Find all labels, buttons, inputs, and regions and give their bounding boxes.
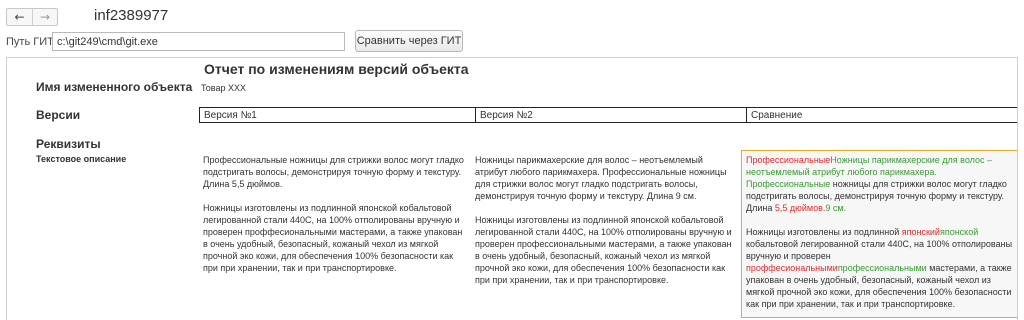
object-name-value: Товар XXX bbox=[201, 83, 246, 93]
deleted-text: проффесиональными bbox=[746, 263, 838, 273]
version-1-paragraph: Ножницы изготовлены из подлинной японско… bbox=[203, 203, 463, 273]
object-name-label: Имя измененного объекта bbox=[36, 80, 193, 94]
version-1-paragraph: Профессиональные ножницы для стрижки вол… bbox=[203, 155, 464, 189]
report-title: Отчет по изменениям версий объекта bbox=[204, 61, 469, 77]
compare-via-git-button[interactable]: Сравнить через ГИТ bbox=[355, 30, 463, 52]
attributes-label: Реквизиты bbox=[36, 137, 101, 151]
version-1-text: Профессиональные ножницы для стрижки вол… bbox=[203, 154, 465, 286]
forward-arrow-icon[interactable]: → bbox=[31, 9, 57, 25]
deleted-text: японский bbox=[901, 227, 940, 237]
version-2-paragraph: Ножницы парикмахерские для волос – неотъ… bbox=[475, 155, 727, 201]
navigation-buttons: ← → bbox=[6, 8, 58, 26]
window-title: inf2389977 bbox=[94, 7, 169, 24]
comparison-paragraph: ПрофессиональныеНожницы парикмахерские д… bbox=[746, 154, 1013, 214]
inserted-text: японской bbox=[939, 227, 979, 237]
comparison-header: Сравнение bbox=[746, 107, 1017, 123]
inserted-text: 9 см. bbox=[825, 203, 847, 213]
version-2-header: Версия №2 bbox=[475, 107, 747, 123]
attribute-name: Текстовое описание bbox=[36, 154, 127, 164]
unchanged-text: Ножницы изготовлены из подлинной bbox=[746, 227, 902, 237]
version-2-paragraph: Ножницы изготовлены из подлинной японско… bbox=[475, 215, 732, 285]
report-area: Отчет по изменениям версий объекта Имя и… bbox=[6, 57, 1018, 320]
git-path-input[interactable] bbox=[52, 32, 345, 51]
comparison-paragraph: Ножницы изготовлены из подлинной японски… bbox=[746, 226, 1013, 310]
version-1-header: Версия №1 bbox=[199, 107, 476, 123]
git-path-label: Путь ГИТ: bbox=[6, 36, 57, 48]
back-arrow-icon[interactable]: ← bbox=[7, 9, 32, 25]
deleted-text: 5,5 дюймов. bbox=[774, 203, 826, 213]
inserted-text: профессиональными bbox=[837, 263, 927, 273]
comparison-cell: ПрофессиональныеНожницы парикмахерские д… bbox=[741, 150, 1017, 318]
version-2-text: Ножницы парикмахерские для волос – неотъ… bbox=[475, 154, 733, 298]
unchanged-text: кобальтовой легированной стали 440С, на … bbox=[746, 239, 1013, 261]
versions-label: Версии bbox=[36, 108, 81, 122]
deleted-text: Профессиональные bbox=[746, 155, 831, 165]
